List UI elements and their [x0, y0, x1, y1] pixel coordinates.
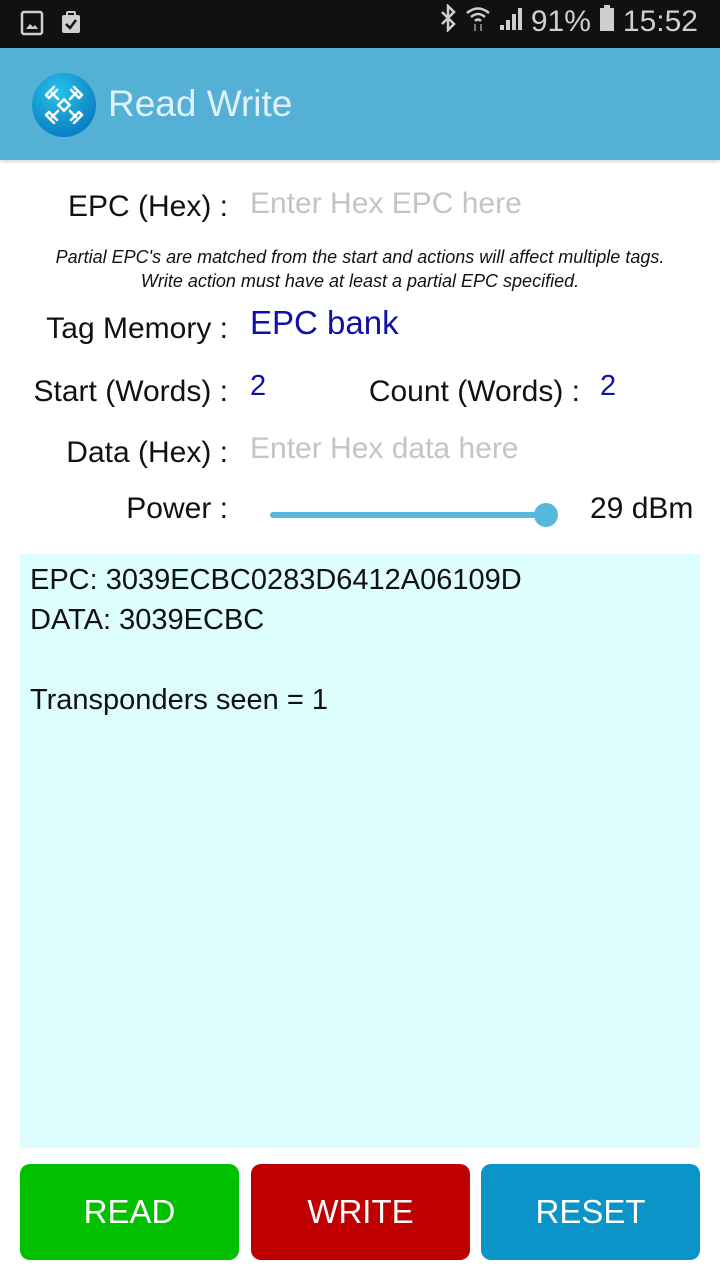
- start-words-label: Start (Words) :: [33, 375, 228, 408]
- signal-icon: [499, 5, 523, 39]
- output-line: DATA: 3039ECBC: [30, 604, 265, 636]
- write-button[interactable]: WRITE: [251, 1164, 470, 1260]
- read-button[interactable]: READ: [20, 1164, 239, 1260]
- app-bar: Read Write: [0, 48, 720, 160]
- reset-button[interactable]: RESET: [481, 1164, 700, 1260]
- data-hex-label: Data (Hex) :: [66, 436, 228, 469]
- start-words-input[interactable]: 2: [250, 370, 266, 403]
- wifi-icon: [465, 4, 491, 40]
- power-label: Power :: [126, 492, 228, 525]
- output-log: EPC: 3039ECBC0283D6412A06109D DATA: 3039E…: [20, 554, 700, 1148]
- status-bar: 91% 15:52: [0, 0, 720, 48]
- tag-memory-label: Tag Memory :: [46, 312, 228, 345]
- count-words-input[interactable]: 2: [600, 370, 616, 403]
- power-slider-track[interactable]: [270, 512, 546, 518]
- app-title: Read Write: [108, 83, 293, 124]
- epc-label: EPC (Hex) :: [67, 190, 228, 223]
- rfid-antenna-logo-icon: [32, 73, 96, 137]
- epc-input[interactable]: [250, 184, 690, 224]
- gallery-icon: [20, 10, 44, 41]
- output-line: EPC: 3039ECBC0283D6412A06109D: [30, 564, 522, 596]
- clipboard-check-icon: [58, 10, 84, 41]
- power-slider-thumb[interactable]: [534, 503, 558, 527]
- clock: 15:52: [622, 5, 698, 38]
- count-words-label: Count (Words) :: [368, 375, 580, 408]
- output-line: Transponders seen = 1: [30, 684, 328, 716]
- power-value: 29 dBm: [590, 492, 694, 525]
- battery-percent: 91%: [530, 5, 591, 38]
- battery-icon: [599, 4, 615, 40]
- epc-note-line-2: Write action must have at least a partia…: [140, 271, 580, 291]
- epc-note: Partial EPC's are matched from the start…: [0, 245, 720, 293]
- epc-note-line-1: Partial EPC's are matched from the start…: [55, 247, 665, 267]
- tag-memory-selector[interactable]: EPC bank: [250, 304, 399, 342]
- power-slider[interactable]: [270, 502, 558, 528]
- bluetooth-icon: [439, 2, 457, 40]
- data-hex-input[interactable]: [250, 429, 690, 469]
